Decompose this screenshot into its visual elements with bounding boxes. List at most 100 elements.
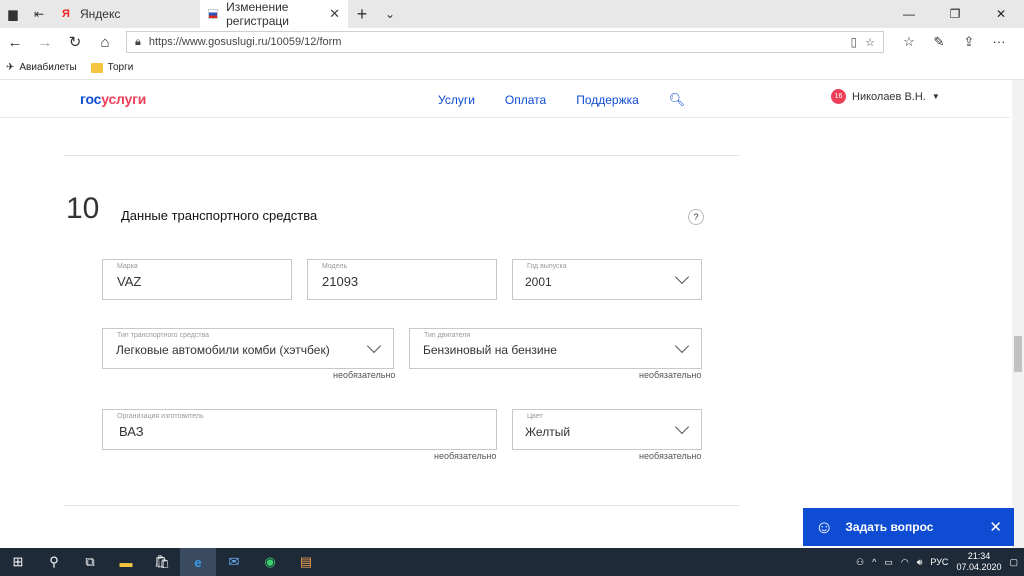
nav-uslugi[interactable]: Услуги — [438, 93, 475, 107]
optional-note: необязательно — [434, 451, 497, 461]
volume-icon[interactable]: 🔊︎ — [917, 557, 923, 568]
clock-date: 07.04.2020 — [956, 562, 1002, 572]
site-header: госуслуги Услуги Оплата Поддержка 🔍︎ 16 … — [0, 80, 1010, 118]
section-divider-top — [64, 155, 740, 156]
chevron-up-icon[interactable]: ^ — [872, 557, 876, 567]
favorites-bar: ✈ Авиабилеты Торги — [0, 56, 1024, 80]
scrollbar-thumb[interactable] — [1014, 336, 1022, 372]
bookmark-torgi[interactable]: Торги — [90, 62, 134, 73]
field-label: Организация изготовитель — [117, 413, 204, 420]
section-title: Данные транспортного средства — [121, 208, 318, 223]
year-select[interactable]: Год выпуска 2001 — [512, 259, 702, 300]
optional-note: необязательно — [639, 370, 702, 380]
home-icon[interactable]: ⌂ — [90, 34, 120, 51]
url-input[interactable]: 🔒︎ https://www.gosuslugi.ru/10059/12/for… — [126, 31, 884, 53]
windows-taskbar: ⊞ ⚲ ⧉ ▬ 🛍︎ e ✉ ◉ ▤ ⚇ ^ ▭ ◠ 🔊︎ РУС 21:34 … — [0, 548, 1024, 576]
system-tray: ⚇ ^ ▭ ◠ 🔊︎ РУС 21:34 07.04.2020 ▢ — [856, 551, 1024, 573]
optional-note: необязательно — [333, 370, 396, 380]
ask-question-widget[interactable]: ☺ Задать вопрос ✕ — [803, 508, 1014, 546]
ask-question-label: Задать вопрос — [845, 520, 934, 534]
logo-part-uslugi: услуги — [101, 91, 147, 107]
chevron-down-icon — [674, 338, 690, 354]
help-icon[interactable]: ? — [688, 209, 704, 225]
forward-icon[interactable]: → — [30, 34, 60, 51]
logo-part-gos: гос — [80, 91, 102, 107]
field-label: Модель — [322, 263, 348, 270]
field-label: Год выпуска — [527, 263, 567, 270]
notes-pen-icon[interactable]: ✎ — [924, 34, 954, 50]
field-value: ВАЗ — [119, 424, 144, 439]
bookmark-label: Торги — [107, 62, 134, 73]
nav-oplata[interactable]: Оплата — [505, 93, 546, 107]
browser-tab-bar: ▆ ⇤ Я Яндекс Изменение регистраци ✕ + ⌄ … — [0, 0, 1024, 28]
window-close-icon[interactable]: ✕ — [978, 0, 1024, 28]
favorites-list-icon[interactable]: ☆ — [894, 34, 924, 50]
user-name: Николаев В.Н. — [852, 90, 926, 103]
vehicle-type-select[interactable]: Тип транспортного средства Легковые авто… — [102, 328, 394, 369]
bookmark-aviabilety[interactable]: ✈ Авиабилеты — [6, 62, 77, 73]
favorite-star-icon[interactable]: ☆ — [865, 36, 875, 49]
manufacturer-field[interactable]: Организация изготовитель ВАЗ — [102, 409, 497, 450]
bookmark-label: Авиабилеты — [19, 62, 77, 73]
document-icon[interactable]: ▤ — [288, 548, 324, 576]
tab-yandex[interactable]: Я Яндекс — [52, 0, 200, 28]
network-icon[interactable]: ▭ — [884, 557, 893, 568]
restore-icon[interactable]: ❐ — [932, 0, 978, 28]
tab-label: Яндекс — [80, 7, 121, 21]
model-field[interactable]: Модель 21093 — [307, 259, 497, 300]
new-tab-button[interactable]: + — [348, 0, 376, 28]
close-tab-icon[interactable]: ✕ — [329, 6, 340, 22]
tab-list-icon[interactable]: ▆ — [0, 0, 26, 28]
page-scrollbar[interactable] — [1012, 80, 1024, 548]
nav-podderzhka[interactable]: Поддержка — [576, 93, 639, 107]
user-menu[interactable]: 16 Николаев В.Н. ▼ — [831, 89, 940, 104]
engine-type-select[interactable]: Тип двигателя Бензиновый на бензине — [409, 328, 702, 369]
task-view-icon[interactable]: ⧉ — [72, 548, 108, 576]
field-value: Легковые автомобили комби (хэтчбек) — [116, 343, 330, 357]
chevron-down-icon: ▼ — [931, 92, 940, 101]
tab-preview-chevron-icon[interactable]: ⌄ — [376, 0, 404, 28]
brand-field[interactable]: Марка VAZ — [102, 259, 292, 300]
action-center-icon[interactable]: ▢ — [1009, 557, 1018, 568]
people-icon[interactable]: ⚇ — [856, 557, 864, 568]
url-text: https://www.gosuslugi.ru/10059/12/form — [148, 36, 342, 48]
search-icon[interactable]: ⚲ — [36, 548, 72, 576]
color-select[interactable]: Цвет Желтый — [512, 409, 702, 450]
gosuslugi-logo[interactable]: госуслуги — [80, 91, 146, 107]
lock-icon: 🔒︎ — [135, 35, 141, 48]
yandex-icon: Я — [62, 8, 70, 20]
search-icon[interactable]: 🔍︎ — [669, 92, 686, 108]
close-icon[interactable]: ✕ — [989, 518, 1002, 536]
field-value: VAZ — [117, 274, 142, 289]
clock[interactable]: 21:34 07.04.2020 — [956, 551, 1001, 573]
edge-browser-icon[interactable]: e — [180, 548, 216, 576]
folder-icon — [90, 62, 103, 73]
back-icon[interactable]: ← — [0, 34, 30, 51]
field-value: Желтый — [525, 425, 571, 439]
section-divider-bottom — [64, 505, 740, 506]
tab-gosuslugi[interactable]: Изменение регистраци ✕ — [200, 0, 348, 28]
minimize-icon[interactable]: — — [886, 0, 932, 28]
file-explorer-icon[interactable]: ▬ — [108, 548, 144, 576]
more-menu-icon[interactable]: ··· — [984, 34, 1014, 50]
field-value: 2001 — [525, 275, 552, 289]
russia-flag-icon — [208, 9, 219, 19]
set-aside-tabs-icon[interactable]: ⇤ — [26, 0, 52, 28]
refresh-icon[interactable]: ↻ — [60, 33, 90, 51]
notification-badge: 16 — [831, 89, 846, 104]
chevron-down-icon — [674, 269, 690, 285]
clock-time: 21:34 — [967, 551, 991, 561]
whatsapp-icon[interactable]: ◉ — [252, 548, 288, 576]
reading-view-icon[interactable]: ▯ — [851, 35, 858, 49]
store-icon[interactable]: 🛍︎ — [144, 548, 180, 576]
section-number: 10 — [66, 192, 100, 225]
plane-icon: ✈ — [6, 62, 15, 73]
tab-label: Изменение регистраци — [226, 0, 289, 28]
support-headset-icon: ☺ — [815, 516, 834, 537]
field-value: 21093 — [322, 274, 359, 289]
share-icon[interactable]: ⇪ — [954, 34, 984, 50]
wifi-icon[interactable]: ◠ — [901, 557, 909, 568]
mail-icon[interactable]: ✉ — [216, 548, 252, 576]
language-indicator[interactable]: РУС — [930, 557, 948, 567]
windows-start-icon[interactable]: ⊞ — [0, 548, 36, 576]
